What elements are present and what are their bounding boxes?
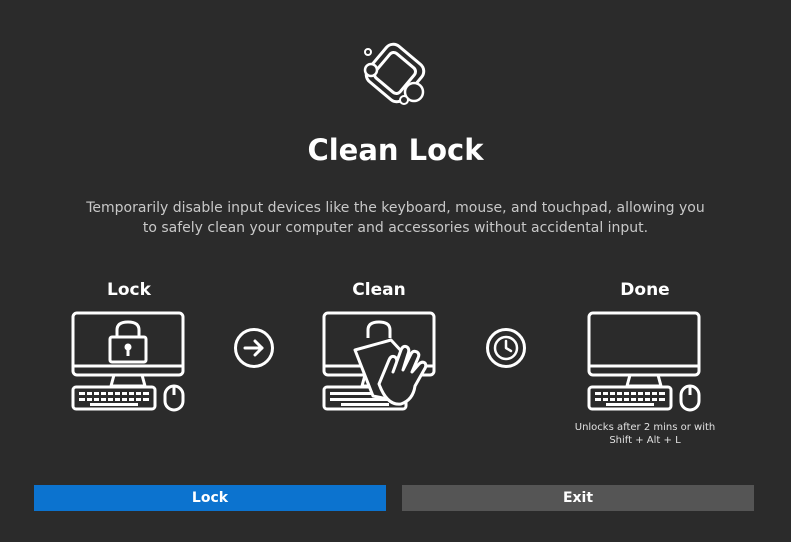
arrow-right-icon	[234, 328, 274, 368]
app-description: Temporarily disable input devices like t…	[86, 200, 705, 236]
step-label-lock: Lock	[107, 280, 151, 300]
clock-icon	[486, 328, 526, 368]
unlock-hint-line2: Shift + Alt + L	[609, 435, 681, 446]
clean-lock-window: Clean Lock Temporarily disable input dev…	[0, 0, 791, 542]
lock-button[interactable]: Lock	[34, 485, 386, 511]
exit-button[interactable]: Exit	[402, 485, 754, 511]
unlock-hint: Unlocks after 2 mins or with Shift + Alt…	[555, 421, 735, 447]
clean-lock-logo-icon	[363, 42, 426, 105]
step-label-clean: Clean	[352, 280, 406, 300]
monitor-lock-icon	[71, 311, 185, 412]
step-label-done: Done	[620, 280, 670, 300]
monitor-wipe-icon	[322, 311, 436, 411]
unlock-hint-line1: Unlocks after 2 mins or with	[574, 422, 716, 433]
app-title: Clean Lock	[307, 133, 484, 167]
monitor-icon	[587, 311, 701, 412]
